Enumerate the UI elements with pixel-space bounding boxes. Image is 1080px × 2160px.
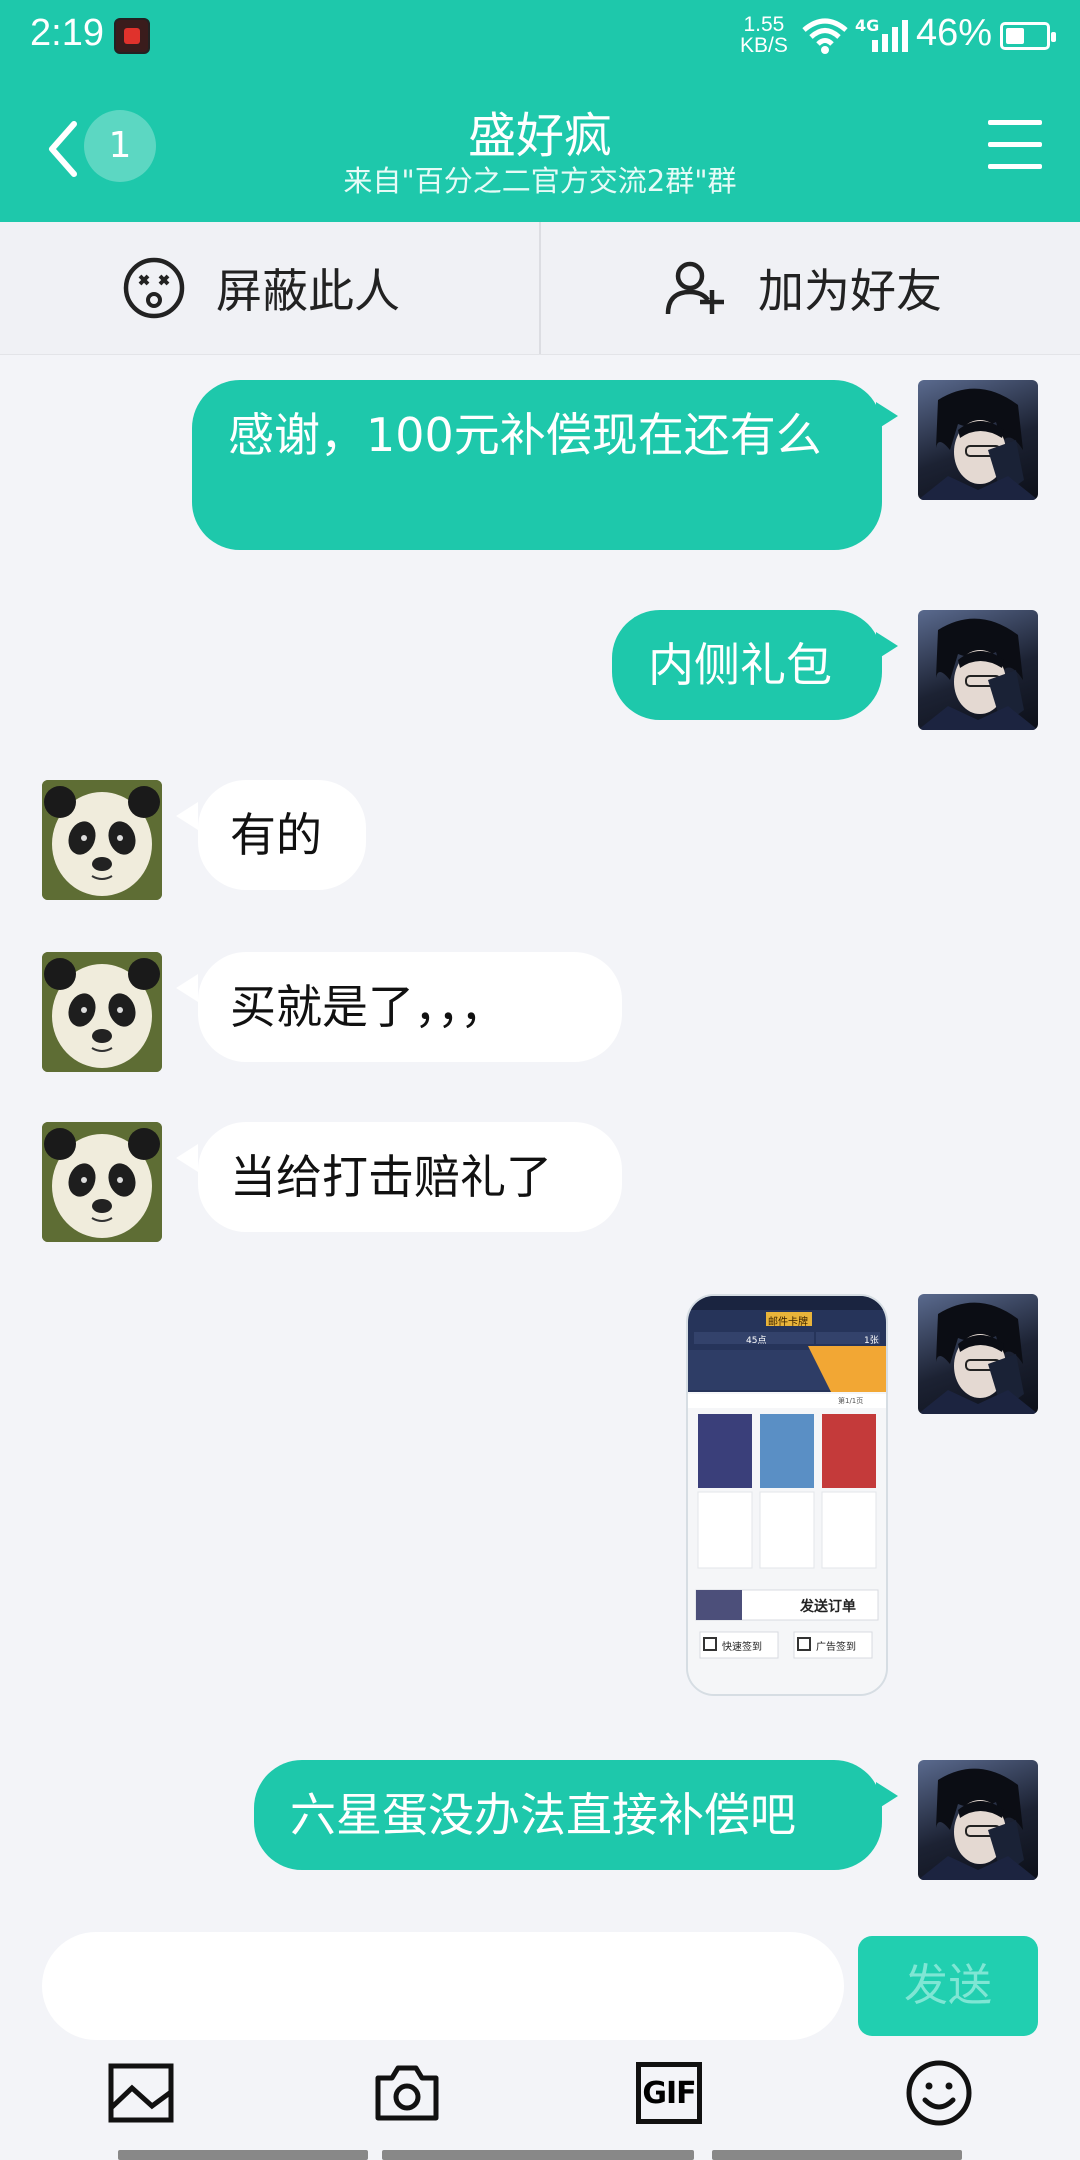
panda-avatar-art [42,1122,162,1242]
notification-app-icon [114,18,150,54]
thumbnail-pager: 第1/1页 [838,1397,864,1405]
message-bubble-outgoing[interactable]: 内侧礼包 [612,610,882,720]
thumbnail-right-value: 1张 [864,1336,879,1346]
my-avatar[interactable] [918,1294,1038,1414]
add-user-icon [665,261,724,315]
image-message[interactable]: 邮件卡牌 45点 1张 第1/1页 发送订单 快速签到 广告签到 [686,1294,888,1696]
block-user-button[interactable]: 屏蔽此人 [122,222,400,354]
action-divider [539,222,541,354]
thumbnail-stat: 45点 [746,1336,767,1346]
status-bar: 2:19 1.55 KB/S 4G 46% [0,0,1080,74]
sender-avatar[interactable] [42,1122,162,1242]
sender-avatar[interactable] [42,952,162,1072]
network-speed-unit: KB/S [740,34,788,57]
wifi-icon [802,18,848,54]
block-user-label: 屏蔽此人 [216,264,400,318]
image-picker-icon[interactable] [106,2058,176,2128]
add-friend-label: 加为好友 [758,264,942,318]
thumbnail-option-b: 广告签到 [816,1642,856,1653]
dizzy-face-icon [123,257,185,319]
send-button[interactable]: 发送 [858,1936,1038,2036]
battery-icon [1000,22,1056,50]
message-bubble-outgoing[interactable]: 六星蛋没办法直接补偿吧 [254,1760,882,1870]
add-friend-button[interactable]: 加为好友 [664,222,942,354]
thumbnail-tab-label: 邮件卡牌 [768,1317,808,1328]
message-input[interactable] [42,1932,844,2040]
message-bubble-incoming[interactable]: 当给打击赔礼了 [198,1122,622,1232]
camera-icon[interactable] [372,2058,442,2128]
bubble-tail [176,802,198,830]
gif-icon[interactable]: GIF [636,2062,702,2124]
game-screenshot-thumbnail [688,1296,886,1694]
anime-avatar-art [918,1302,1038,1414]
nav-bar-segment[interactable] [382,2150,694,2160]
bubble-tail [176,974,198,1002]
chat-header: 1 盛好疯 来自"百分之二官方交流2群"群 [0,74,1080,222]
composer: 发送 [0,1920,1080,2040]
signal-icon [872,20,908,52]
thumbnail-option-a: 快速签到 [722,1642,762,1653]
bubble-tail [876,1782,898,1810]
panda-avatar-art [42,952,162,1072]
menu-icon[interactable] [988,120,1042,170]
sender-avatar[interactable] [42,780,162,900]
emoji-icon[interactable] [904,2058,974,2128]
my-avatar[interactable] [918,1760,1038,1880]
my-avatar[interactable] [918,380,1038,500]
bubble-tail [876,632,898,660]
nav-bar-segment[interactable] [712,2150,962,2160]
thumbnail-submit: 发送订单 [800,1599,856,1615]
message-bubble-incoming[interactable]: 买就是了，，， [198,952,622,1062]
anime-avatar-art [918,618,1038,730]
anime-avatar-art [918,388,1038,500]
battery-percent: 46% [916,12,993,54]
status-time: 2:19 [30,12,104,54]
anime-avatar-art [918,1768,1038,1880]
message-bubble-outgoing[interactable]: 感谢，100元补偿现在还有么 [192,380,882,550]
my-avatar[interactable] [918,610,1038,730]
chat-title: 盛好疯 [467,108,612,164]
bubble-tail [176,1144,198,1172]
nav-bar-segment[interactable] [118,2150,368,2160]
chat-subtitle: 来自"百分之二官方交流2群"群 [343,164,737,198]
bubble-tail [876,402,898,430]
panda-avatar-art [42,780,162,900]
action-bar: 屏蔽此人 加为好友 [0,222,1080,355]
network-speed: 1.55 KB/S [740,14,788,56]
composer-toolbar: GIF [0,2058,1080,2138]
network-speed-value: 1.55 [743,13,785,36]
message-bubble-incoming[interactable]: 有的 [198,780,366,890]
